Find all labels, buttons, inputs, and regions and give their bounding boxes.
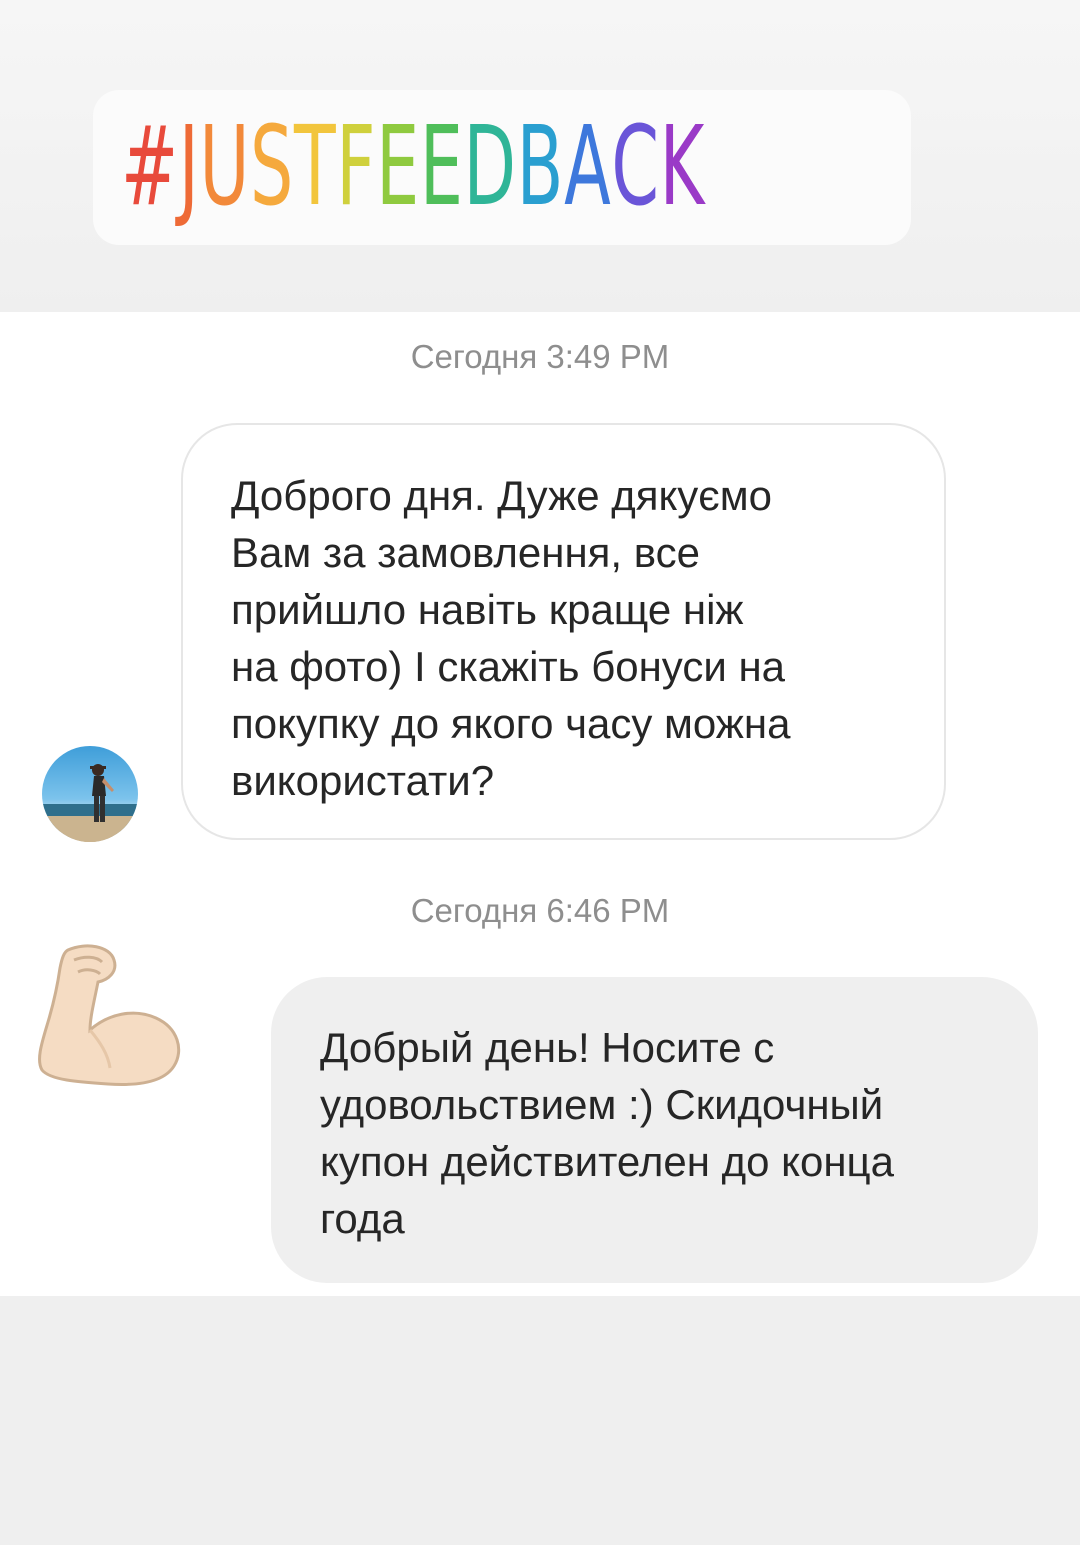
message-line: удовольствием :) Скидочный	[320, 1081, 884, 1128]
hashtag-letter: A	[563, 102, 612, 230]
hashtag-letter: D	[463, 102, 517, 230]
hashtag-letter: E	[375, 102, 420, 230]
story-bottom-area	[0, 1296, 1080, 1545]
message-line: Вам за замовлення, все	[231, 529, 700, 576]
flexed-biceps-emoji-icon	[38, 942, 183, 1092]
hashtag-letter: E	[419, 102, 464, 230]
hashtag-letter: F	[336, 102, 377, 230]
hashtag-letter: #	[120, 102, 179, 230]
hashtag-letter: B	[516, 102, 565, 230]
outgoing-message-bubble[interactable]: Добрый день! Носите с удовольствием :) С…	[271, 977, 1038, 1283]
message-line: покупку до якого часу можна	[231, 700, 791, 747]
hashtag-letter: K	[659, 102, 705, 230]
timestamp: Сегодня 6:46 PM	[410, 892, 670, 929]
hashtag-text: #JUSTFEEDBACK	[120, 102, 705, 230]
message-line: купон действителен до конца	[320, 1138, 894, 1185]
hashtag-letter: J	[178, 102, 200, 230]
incoming-message-bubble[interactable]: Доброго дня. Дуже дякуємо Вам за замовле…	[181, 423, 946, 840]
person-on-beach-icon	[42, 764, 138, 842]
hashtag-letter: S	[249, 102, 294, 230]
timestamp: Сегодня 3:49 PM	[410, 338, 670, 375]
sender-avatar[interactable]	[42, 746, 138, 842]
message-line: використати?	[231, 757, 495, 804]
message-line: прийшло навіть краще ніж	[231, 586, 744, 633]
message-line: на фото) І скажіть бонуси на	[231, 643, 786, 690]
hashtag-sticker[interactable]: #JUSTFEEDBACK	[93, 90, 911, 245]
hashtag-letter: C	[611, 102, 660, 230]
message-line: Добрый день! Носите с	[320, 1024, 775, 1071]
story-top-area: #JUSTFEEDBACK	[0, 0, 1080, 312]
message-line: Доброго дня. Дуже дякуємо	[231, 472, 772, 519]
message-line: года	[320, 1195, 405, 1242]
hashtag-letter: U	[199, 102, 251, 230]
hashtag-letter: T	[293, 102, 337, 230]
